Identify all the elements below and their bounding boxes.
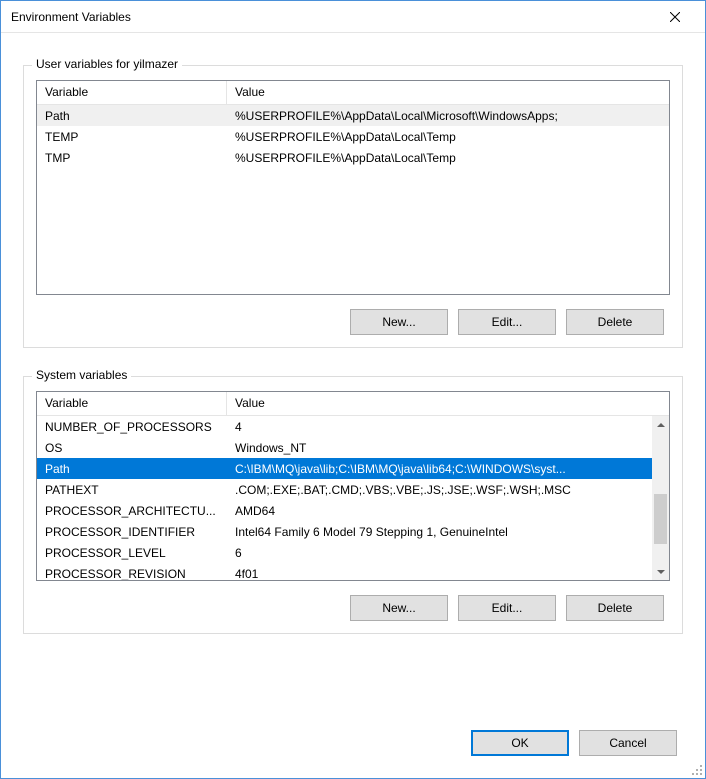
cell-variable: PROCESSOR_ARCHITECTU... <box>37 504 227 518</box>
scroll-up-button[interactable] <box>652 416 669 433</box>
table-row[interactable]: PROCESSOR_ARCHITECTU...AMD64 <box>37 500 652 521</box>
close-button[interactable] <box>653 3 697 31</box>
titlebar: Environment Variables <box>1 1 705 33</box>
user-new-button[interactable]: New... <box>350 309 448 335</box>
table-row[interactable]: Path%USERPROFILE%\AppData\Local\Microsof… <box>37 105 669 126</box>
cell-value: AMD64 <box>227 504 652 518</box>
cell-value: 4 <box>227 420 652 434</box>
user-group-label: User variables for yilmazer <box>32 57 182 71</box>
cell-variable: PROCESSOR_LEVEL <box>37 546 227 560</box>
user-button-row: New... Edit... Delete <box>36 309 670 335</box>
cell-variable: Path <box>37 109 227 123</box>
env-vars-dialog: Environment Variables User variables for… <box>0 0 706 779</box>
dialog-footer: OK Cancel <box>1 720 705 778</box>
user-list-header: Variable Value <box>37 81 669 105</box>
user-list-body: Path%USERPROFILE%\AppData\Local\Microsof… <box>37 105 669 168</box>
table-row[interactable]: TEMP%USERPROFILE%\AppData\Local\Temp <box>37 126 669 147</box>
system-scrollbar[interactable] <box>652 416 669 580</box>
cell-variable: PATHEXT <box>37 483 227 497</box>
header-value[interactable]: Value <box>227 392 669 415</box>
cell-value: %USERPROFILE%\AppData\Local\Temp <box>227 130 669 144</box>
dialog-title: Environment Variables <box>11 10 653 24</box>
table-row[interactable]: PROCESSOR_IDENTIFIERIntel64 Family 6 Mod… <box>37 521 652 542</box>
cell-variable: OS <box>37 441 227 455</box>
cell-variable: PROCESSOR_IDENTIFIER <box>37 525 227 539</box>
table-row[interactable]: PROCESSOR_REVISION4f01 <box>37 563 652 581</box>
cell-variable: PROCESSOR_REVISION <box>37 567 227 581</box>
system-new-button[interactable]: New... <box>350 595 448 621</box>
system-list-header: Variable Value <box>37 392 669 416</box>
cell-value: C:\IBM\MQ\java\lib;C:\IBM\MQ\java\lib64;… <box>227 462 652 476</box>
system-button-row: New... Edit... Delete <box>36 595 670 621</box>
cell-value: .COM;.EXE;.BAT;.CMD;.VBS;.VBE;.JS;.JSE;.… <box>227 483 652 497</box>
user-delete-button[interactable]: Delete <box>566 309 664 335</box>
header-variable[interactable]: Variable <box>37 81 227 104</box>
system-list-body: NUMBER_OF_PROCESSORS4OSWindows_NTPathC:\… <box>37 416 669 581</box>
cell-variable: TMP <box>37 151 227 165</box>
system-group-label: System variables <box>32 368 131 382</box>
header-variable[interactable]: Variable <box>37 392 227 415</box>
cell-value: 4f01 <box>227 567 652 581</box>
cell-variable: NUMBER_OF_PROCESSORS <box>37 420 227 434</box>
system-edit-button[interactable]: Edit... <box>458 595 556 621</box>
cell-value: %USERPROFILE%\AppData\Local\Temp <box>227 151 669 165</box>
system-variables-list[interactable]: Variable Value NUMBER_OF_PROCESSORS4OSWi… <box>36 391 670 581</box>
cell-value: 6 <box>227 546 652 560</box>
cell-value: %USERPROFILE%\AppData\Local\Microsoft\Wi… <box>227 109 669 123</box>
scroll-thumb[interactable] <box>654 494 667 544</box>
dialog-body: User variables for yilmazer Variable Val… <box>1 33 705 720</box>
cell-variable: Path <box>37 462 227 476</box>
scroll-down-button[interactable] <box>652 563 669 580</box>
close-icon <box>670 12 680 22</box>
table-row[interactable]: NUMBER_OF_PROCESSORS4 <box>37 416 652 437</box>
table-row[interactable]: PATHEXT.COM;.EXE;.BAT;.CMD;.VBS;.VBE;.JS… <box>37 479 652 500</box>
table-row[interactable]: PROCESSOR_LEVEL6 <box>37 542 652 563</box>
user-edit-button[interactable]: Edit... <box>458 309 556 335</box>
table-row[interactable]: TMP%USERPROFILE%\AppData\Local\Temp <box>37 147 669 168</box>
cell-value: Windows_NT <box>227 441 652 455</box>
cell-variable: TEMP <box>37 130 227 144</box>
chevron-up-icon <box>657 423 665 427</box>
header-value[interactable]: Value <box>227 81 669 104</box>
cancel-button[interactable]: Cancel <box>579 730 677 756</box>
user-variables-group: User variables for yilmazer Variable Val… <box>23 65 683 348</box>
system-delete-button[interactable]: Delete <box>566 595 664 621</box>
table-row[interactable]: OSWindows_NT <box>37 437 652 458</box>
cell-value: Intel64 Family 6 Model 79 Stepping 1, Ge… <box>227 525 652 539</box>
system-variables-group: System variables Variable Value NUMBER_O… <box>23 376 683 634</box>
chevron-down-icon <box>657 570 665 574</box>
ok-button[interactable]: OK <box>471 730 569 756</box>
resize-grip[interactable] <box>690 763 702 775</box>
table-row[interactable]: PathC:\IBM\MQ\java\lib;C:\IBM\MQ\java\li… <box>37 458 652 479</box>
user-variables-list[interactable]: Variable Value Path%USERPROFILE%\AppData… <box>36 80 670 295</box>
